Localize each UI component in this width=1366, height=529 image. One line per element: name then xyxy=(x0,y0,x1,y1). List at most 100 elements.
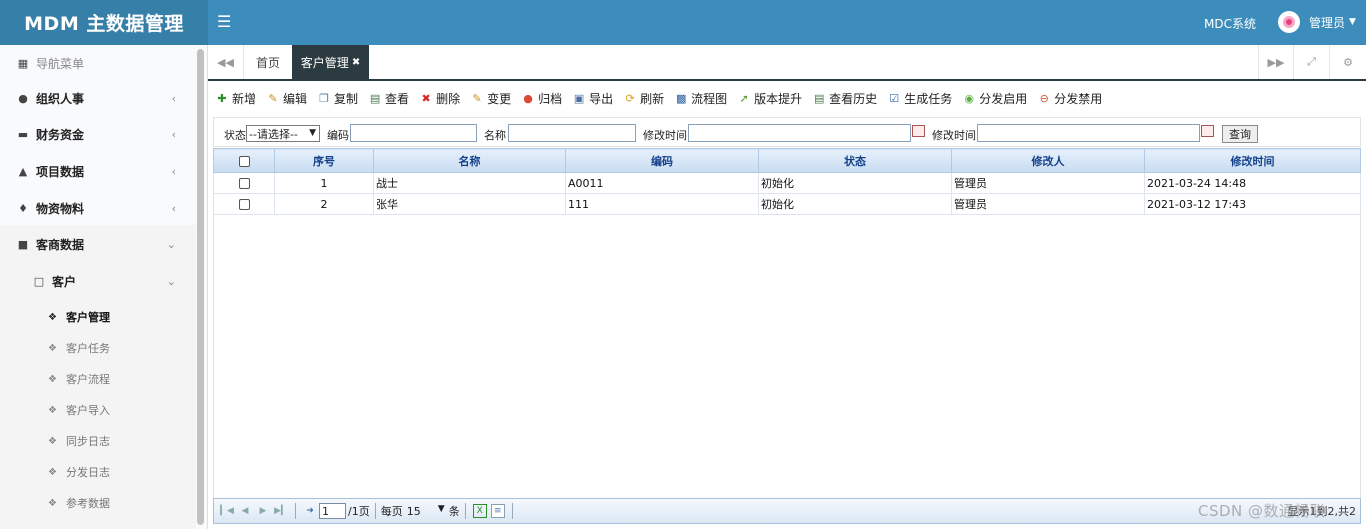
modified-time-end-input[interactable] xyxy=(977,124,1200,142)
modified-time-start-input[interactable] xyxy=(688,124,911,142)
change-icon: ✎ xyxy=(472,91,482,105)
chevron-down-icon: ▼ xyxy=(437,504,445,514)
sidebar: ▦ 导航菜单 ● 组织人事 ‹ ▬ 财务资金 ‹ ▲ 项目数据 ‹ ♦ 物资物料… xyxy=(0,45,208,529)
export-button[interactable]: ▣ 导出 xyxy=(572,90,613,107)
change-button[interactable]: ✎ 变更 xyxy=(470,90,511,107)
sidebar-scrollbar[interactable] xyxy=(197,49,204,525)
close-icon[interactable]: ✖ xyxy=(352,57,360,68)
system-label[interactable]: MDC系统 xyxy=(1204,15,1256,32)
sidebar-item-merchant[interactable]: ■ 客商数据 ⌄ xyxy=(0,236,196,252)
total-pages-text: /1页 xyxy=(348,505,370,518)
prev-page-icon[interactable]: ◀ xyxy=(236,506,254,516)
table-row[interactable]: 1 战士 A0011 初始化 管理员 2021-03-24 14:48 xyxy=(213,172,1361,194)
cell-no: 1 xyxy=(274,172,374,194)
gear-icon[interactable]: ⚙ xyxy=(1330,45,1366,79)
chevron-left-icon: ‹ xyxy=(171,201,176,215)
sidebar-sub-customer-import[interactable]: ❖ 客户导入 xyxy=(0,402,196,418)
col-status[interactable]: 状态 xyxy=(758,148,952,173)
last-page-icon[interactable]: ▶▎ xyxy=(272,506,290,516)
status-select[interactable]: --请选择-- ▼ xyxy=(246,125,320,142)
archive-button[interactable]: ● 归档 xyxy=(521,90,562,107)
page-number-input[interactable]: 1 xyxy=(319,503,346,519)
sidebar-item-material[interactable]: ♦ 物资物料 ‹ xyxy=(0,200,196,216)
col-modified-time[interactable]: 修改时间 xyxy=(1144,148,1361,173)
user-menu[interactable]: 管理员 ▼ xyxy=(1278,11,1356,33)
row-checkbox[interactable] xyxy=(238,199,250,210)
row-checkbox[interactable] xyxy=(238,178,250,189)
sidebar-item-finance[interactable]: ▬ 财务资金 ‹ xyxy=(0,126,196,142)
double-right-icon[interactable]: ▶▶ xyxy=(1258,45,1294,79)
disable-dispatch-button[interactable]: ⊖ 分发禁用 xyxy=(1037,90,1103,107)
view-history-button[interactable]: ▤ 查看历史 xyxy=(812,90,877,107)
app-logo[interactable]: MDM 主数据管理 xyxy=(0,0,208,45)
watermark: CSDN @数通畅联 xyxy=(1198,502,1326,520)
sidebar-item-project[interactable]: ▲ 项目数据 ‹ xyxy=(0,163,196,179)
cell-code: A0011 xyxy=(565,172,759,194)
next-page-icon[interactable]: ▶ xyxy=(254,506,272,516)
cell-code: 111 xyxy=(565,193,759,215)
enable-dispatch-button[interactable]: ◉ 分发启用 xyxy=(962,90,1027,107)
bars-icon[interactable]: ☰ xyxy=(217,12,231,31)
calendar-icon[interactable] xyxy=(912,125,925,137)
sidebar-sub-dispatch-log[interactable]: ❖ 分发日志 xyxy=(0,464,196,480)
users-icon: ● xyxy=(18,91,28,105)
grid-empty-area xyxy=(213,213,1361,498)
sidebar-sub-customer-flow[interactable]: ❖ 客户流程 xyxy=(0,371,196,387)
copy-button[interactable]: ❐ 复制 xyxy=(317,90,358,107)
go-arrow-icon[interactable]: ➜ xyxy=(303,504,317,518)
col-modifier[interactable]: 修改人 xyxy=(951,148,1145,173)
sidebar-item-org[interactable]: ● 组织人事 ‹ xyxy=(0,90,196,106)
archive-icon: ● xyxy=(523,91,533,105)
sidebar-folder-customer[interactable]: □ 客户 ⌄ xyxy=(0,273,196,289)
delete-button[interactable]: ✖ 删除 xyxy=(419,90,460,107)
tab-customer-management[interactable]: 客户管理 ✖ xyxy=(292,45,369,79)
refresh-button[interactable]: ⟳ 刷新 xyxy=(623,90,665,107)
grid-icon: ▦ xyxy=(17,56,29,70)
double-left-icon[interactable]: ◀◀ xyxy=(208,45,244,79)
briefcase-icon: ■ xyxy=(17,237,29,251)
delete-icon: ✖ xyxy=(421,91,431,105)
code-input[interactable] xyxy=(350,124,477,142)
edit-icon: ✎ xyxy=(268,91,278,105)
chevron-left-icon: ‹ xyxy=(171,164,176,178)
chevron-down-icon: ⌄ xyxy=(166,274,176,288)
upgrade-version-button[interactable]: ➚ 版本提升 xyxy=(737,90,803,107)
leaf-icon: ❖ xyxy=(48,497,57,509)
generate-task-button[interactable]: ☑ 生成任务 xyxy=(887,90,952,107)
cell-modifier: 管理员 xyxy=(951,172,1145,194)
per-page-select[interactable]: 15 ▼ xyxy=(405,503,447,519)
user-name: 管理员 xyxy=(1309,15,1346,30)
sidebar-sub-customer-task[interactable]: ❖ 客户任务 xyxy=(0,340,196,356)
view-icon: ▤ xyxy=(369,91,381,105)
sidebar-sub-reference-data[interactable]: ❖ 参考数据 xyxy=(0,495,196,511)
table-header: 序号 名称 编码 状态 修改人 修改时间 xyxy=(213,148,1361,173)
add-button[interactable]: ✚ 新增 xyxy=(215,90,256,107)
export-icon: ▣ xyxy=(573,91,585,105)
col-name[interactable]: 名称 xyxy=(373,148,566,173)
cell-status: 初始化 xyxy=(758,172,952,194)
first-page-icon[interactable]: ▎◀ xyxy=(218,506,236,516)
cell-status: 初始化 xyxy=(758,193,952,215)
edit-button[interactable]: ✎ 编辑 xyxy=(266,90,307,107)
calendar-icon[interactable] xyxy=(1201,125,1214,137)
select-all-cell xyxy=(213,148,275,173)
excel-export-icon[interactable]: X xyxy=(472,504,487,518)
table-row[interactable]: 2 张华 111 初始化 管理员 2021-03-12 17:43 xyxy=(213,193,1361,215)
view-button[interactable]: ▤ 查看 xyxy=(368,90,409,107)
col-code[interactable]: 编码 xyxy=(565,148,759,173)
document-icon[interactable]: ≡ xyxy=(490,504,505,518)
col-no[interactable]: 序号 xyxy=(274,148,374,173)
caret-down-icon: ▼ xyxy=(1349,17,1356,27)
query-button[interactable]: 查询 xyxy=(1222,125,1258,143)
name-input[interactable] xyxy=(508,124,636,142)
tab-home[interactable]: 首页 xyxy=(244,45,292,79)
flowchart-button[interactable]: ▩ 流程图 xyxy=(674,90,727,107)
avatar xyxy=(1278,11,1300,33)
task-icon: ☑ xyxy=(889,91,900,105)
chevron-left-icon: ‹ xyxy=(171,127,176,141)
expand-icon[interactable]: ⤢ xyxy=(1294,45,1330,79)
sidebar-sub-customer-management[interactable]: ❖ 客户管理 xyxy=(0,309,196,325)
sidebar-sub-sync-log[interactable]: ❖ 同步日志 xyxy=(0,433,196,449)
cell-modifier: 管理员 xyxy=(951,193,1145,215)
select-all-checkbox[interactable] xyxy=(238,155,250,167)
